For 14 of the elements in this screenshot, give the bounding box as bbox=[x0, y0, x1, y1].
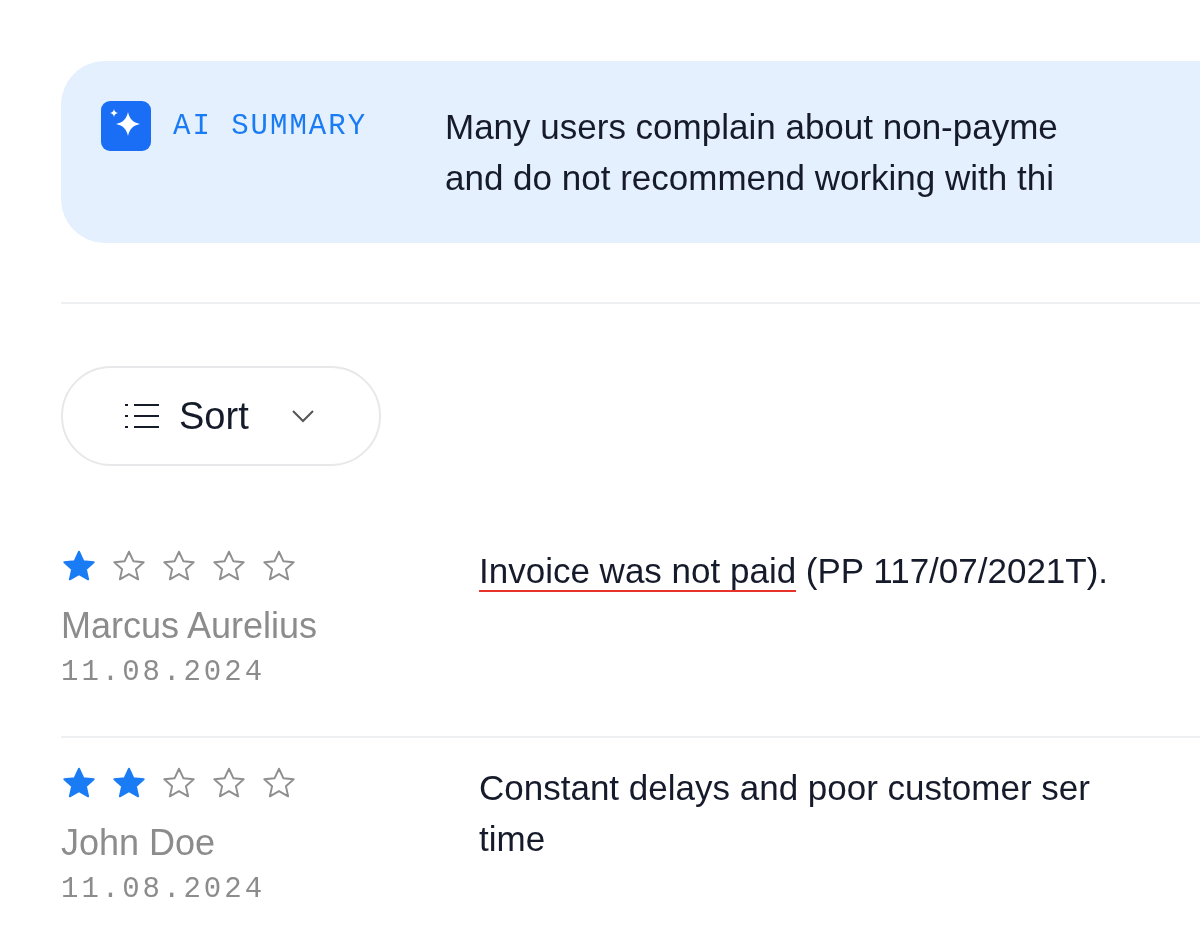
sparkle-icon bbox=[101, 101, 151, 151]
summary-label: AI SUMMARY bbox=[173, 109, 368, 143]
review-text-line: Invoice was not paid (PP 117/07/2021T). bbox=[479, 550, 1109, 594]
review-text-line: Constant delays and poor customer ser bbox=[479, 767, 1090, 809]
summary-text-line: and do not recommend working with thi bbox=[445, 157, 1055, 199]
chevron-down-icon bbox=[290, 409, 315, 423]
summary-text-line: Many users complain about non-payme bbox=[445, 106, 1058, 148]
list-icon bbox=[125, 403, 159, 429]
review-date: 11.08.2024 bbox=[61, 873, 267, 906]
reviewer-name: Marcus Aurelius bbox=[61, 606, 319, 646]
sort-button[interactable]: Sort bbox=[61, 366, 381, 466]
review-date: 11.08.2024 bbox=[61, 656, 267, 689]
reviewer-name: John Doe bbox=[61, 823, 217, 863]
review-text-line: time bbox=[479, 818, 547, 860]
